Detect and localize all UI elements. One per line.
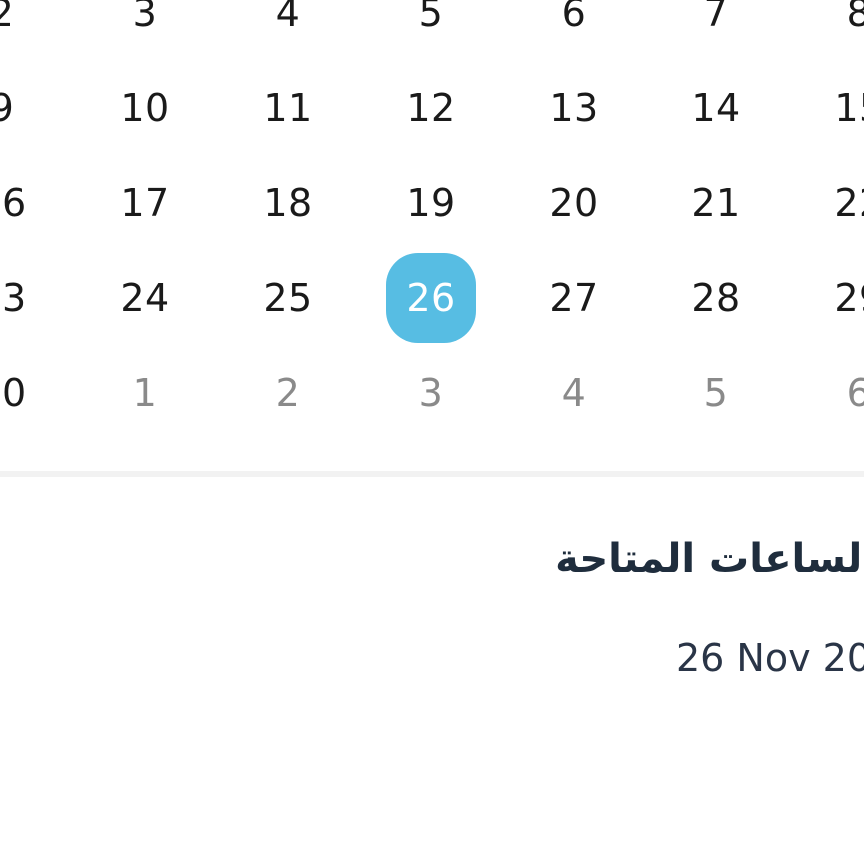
selected-date-label: 26 Nov 2024 bbox=[676, 636, 864, 680]
calendar-day[interactable]: 4 bbox=[529, 348, 619, 438]
calendar-day[interactable]: 23 bbox=[0, 253, 47, 343]
calendar-day[interactable]: 7 bbox=[671, 0, 761, 58]
calendar-day[interactable]: 22 bbox=[814, 158, 864, 248]
calendar-day[interactable]: 6 bbox=[814, 348, 864, 438]
section-divider bbox=[0, 471, 864, 477]
calendar-day[interactable]: 8 bbox=[814, 0, 864, 58]
calendar-day[interactable]: 20 bbox=[529, 158, 619, 248]
calendar-day[interactable]: 4 bbox=[243, 0, 333, 58]
calendar-day[interactable]: 27 bbox=[529, 253, 619, 343]
calendar-day-selected[interactable]: 26 bbox=[386, 253, 476, 343]
calendar-day[interactable]: 3 bbox=[386, 348, 476, 438]
calendar-day[interactable]: 30 bbox=[0, 348, 47, 438]
calendar-day[interactable]: 13 bbox=[529, 63, 619, 153]
calendar-day[interactable]: 16 bbox=[0, 158, 47, 248]
calendar-day[interactable]: 1 bbox=[100, 348, 190, 438]
calendar-day[interactable]: 17 bbox=[100, 158, 190, 248]
calendar-day[interactable]: 28 bbox=[671, 253, 761, 343]
calendar-day[interactable]: 19 bbox=[386, 158, 476, 248]
calendar-day[interactable]: 2 bbox=[0, 0, 47, 58]
calendar-day[interactable]: 21 bbox=[671, 158, 761, 248]
calendar-grid: 2345678910111213141516171819202122232425… bbox=[0, 0, 864, 440]
calendar-day[interactable]: 15 bbox=[814, 63, 864, 153]
calendar-day[interactable]: 11 bbox=[243, 63, 333, 153]
calendar-day[interactable]: 25 bbox=[243, 253, 333, 343]
calendar-day[interactable]: 9 bbox=[0, 63, 47, 153]
calendar-day[interactable]: 18 bbox=[243, 158, 333, 248]
calendar-day[interactable]: 14 bbox=[671, 63, 761, 153]
calendar-day[interactable]: 5 bbox=[386, 0, 476, 58]
calendar-day[interactable]: 3 bbox=[100, 0, 190, 58]
calendar-day[interactable]: 6 bbox=[529, 0, 619, 58]
calendar-day[interactable]: 12 bbox=[386, 63, 476, 153]
calendar-day[interactable]: 24 bbox=[100, 253, 190, 343]
available-times-title: الساعات المتاحة bbox=[555, 536, 864, 582]
calendar-day[interactable]: 10 bbox=[100, 63, 190, 153]
calendar-day[interactable]: 5 bbox=[671, 348, 761, 438]
calendar-day[interactable]: 2 bbox=[243, 348, 333, 438]
calendar-day[interactable]: 29 bbox=[814, 253, 864, 343]
booking-screen: 2345678910111213141516171819202122232425… bbox=[0, 0, 864, 864]
